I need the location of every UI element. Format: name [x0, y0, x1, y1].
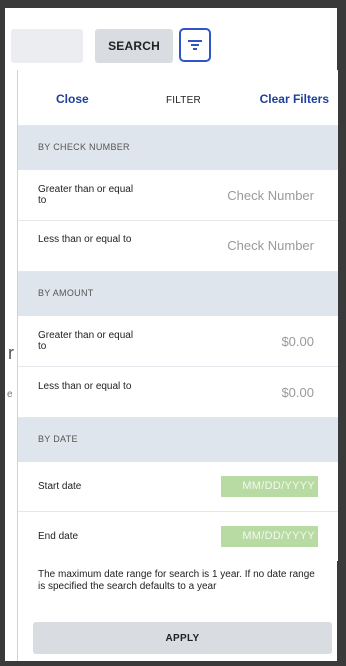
check-number-min-input[interactable]: Check Number — [227, 188, 314, 203]
amount-max-label: Less than or equal to — [38, 381, 132, 392]
check-number-max-row[interactable]: Less than or equal to Check Number — [18, 221, 338, 272]
section-amount-heading: BY AMOUNT — [18, 272, 338, 316]
window-frame-bottom — [0, 661, 346, 666]
end-date-input[interactable]: MM/DD/YYYY — [221, 526, 318, 547]
search-button[interactable]: SEARCH — [95, 29, 173, 63]
end-date-label: End date — [38, 531, 79, 542]
end-date-row[interactable]: End date MM/DD/YYYY — [18, 512, 338, 561]
check-number-min-label: Greater than or equal to — [38, 184, 134, 206]
amount-min-label: Greater than or equal to — [38, 330, 134, 352]
filter-panel: Close FILTER Clear Filters BY CHECK NUMB… — [17, 70, 338, 661]
close-button[interactable]: Close — [56, 92, 89, 106]
section-heading-label: BY AMOUNT — [38, 288, 94, 298]
window-frame-right — [337, 0, 346, 666]
date-range-note: The maximum date range for search is 1 y… — [38, 569, 315, 592]
check-number-max-label: Less than or equal to — [38, 234, 132, 245]
filter-panel-header: Close FILTER Clear Filters — [18, 70, 338, 126]
amount-max-input[interactable]: $0.00 — [281, 385, 314, 400]
start-date-row[interactable]: Start date MM/DD/YYYY — [18, 462, 338, 512]
start-date-input[interactable]: MM/DD/YYYY — [221, 476, 318, 497]
section-heading-label: BY CHECK NUMBER — [38, 142, 130, 152]
panel-title: FILTER — [166, 95, 201, 106]
search-input[interactable] — [11, 29, 83, 63]
section-date-heading: BY DATE — [18, 418, 338, 462]
amount-min-input[interactable]: $0.00 — [281, 334, 314, 349]
section-heading-label: BY DATE — [38, 434, 78, 444]
end-date-placeholder: MM/DD/YYYY — [242, 530, 315, 542]
clear-filters-button[interactable]: Clear Filters — [260, 92, 329, 106]
apply-button[interactable]: APPLY — [33, 622, 332, 654]
background-text-peek: r — [8, 343, 14, 363]
amount-min-row[interactable]: Greater than or equal to $0.00 — [18, 316, 338, 367]
background-content — [5, 70, 17, 661]
search-toolbar: SEARCH — [5, 8, 337, 70]
window-frame-top — [0, 0, 346, 8]
check-number-min-row[interactable]: Greater than or equal to Check Number — [18, 170, 338, 221]
start-date-label: Start date — [38, 481, 82, 492]
check-number-max-input[interactable]: Check Number — [227, 238, 314, 253]
start-date-placeholder: MM/DD/YYYY — [242, 480, 315, 492]
background-text-peek: e — [7, 389, 13, 400]
filter-button[interactable] — [179, 28, 211, 62]
amount-max-row[interactable]: Less than or equal to $0.00 — [18, 367, 338, 418]
section-check-number-heading: BY CHECK NUMBER — [18, 126, 338, 170]
filter-icon — [188, 40, 202, 50]
